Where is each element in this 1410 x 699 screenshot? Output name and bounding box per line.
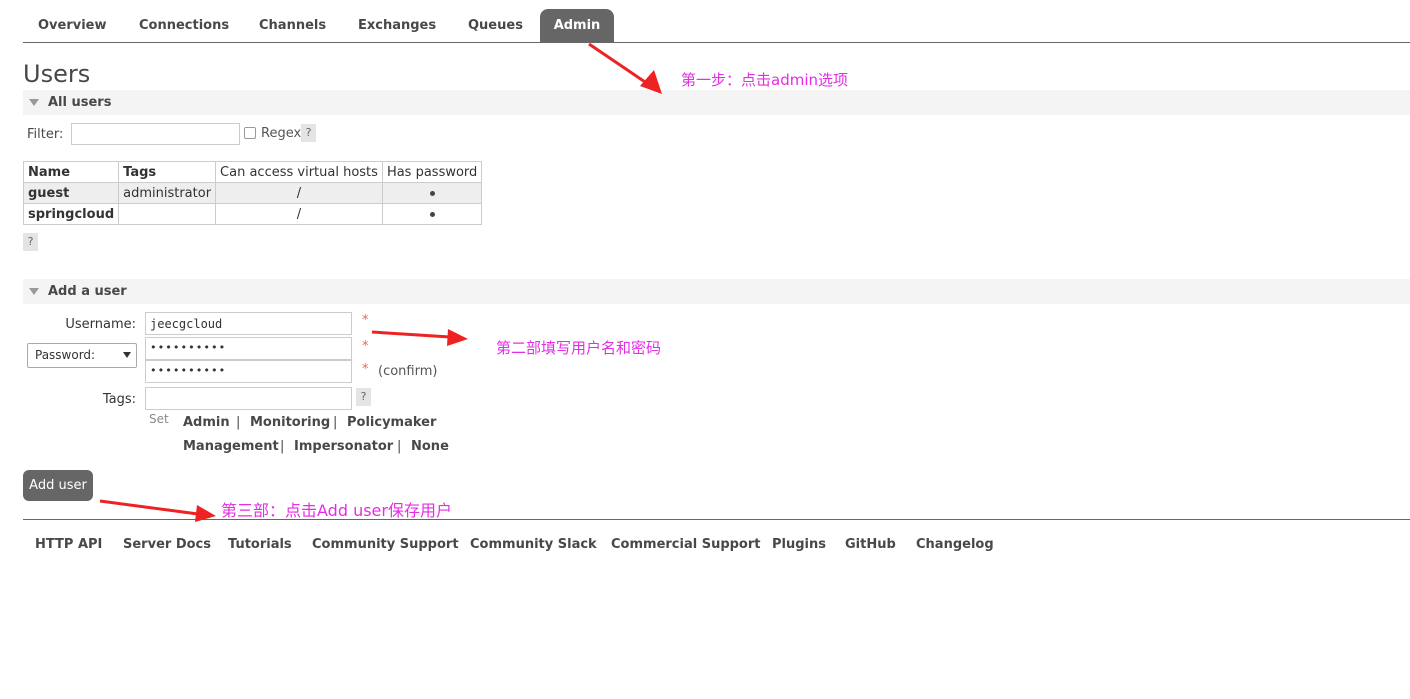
arrow-step3-icon [99,499,216,522]
annotation-step2: 第二部填写用户名和密码 [496,339,662,357]
annotation-step3: 第三部：点击Add user保存用户 [221,501,452,520]
annotation-arrows [99,42,662,522]
annotation-step1: 第一步：点击admin选项 [681,71,849,89]
arrow-step2-icon [371,329,468,346]
arrow-step1-icon [588,42,662,94]
